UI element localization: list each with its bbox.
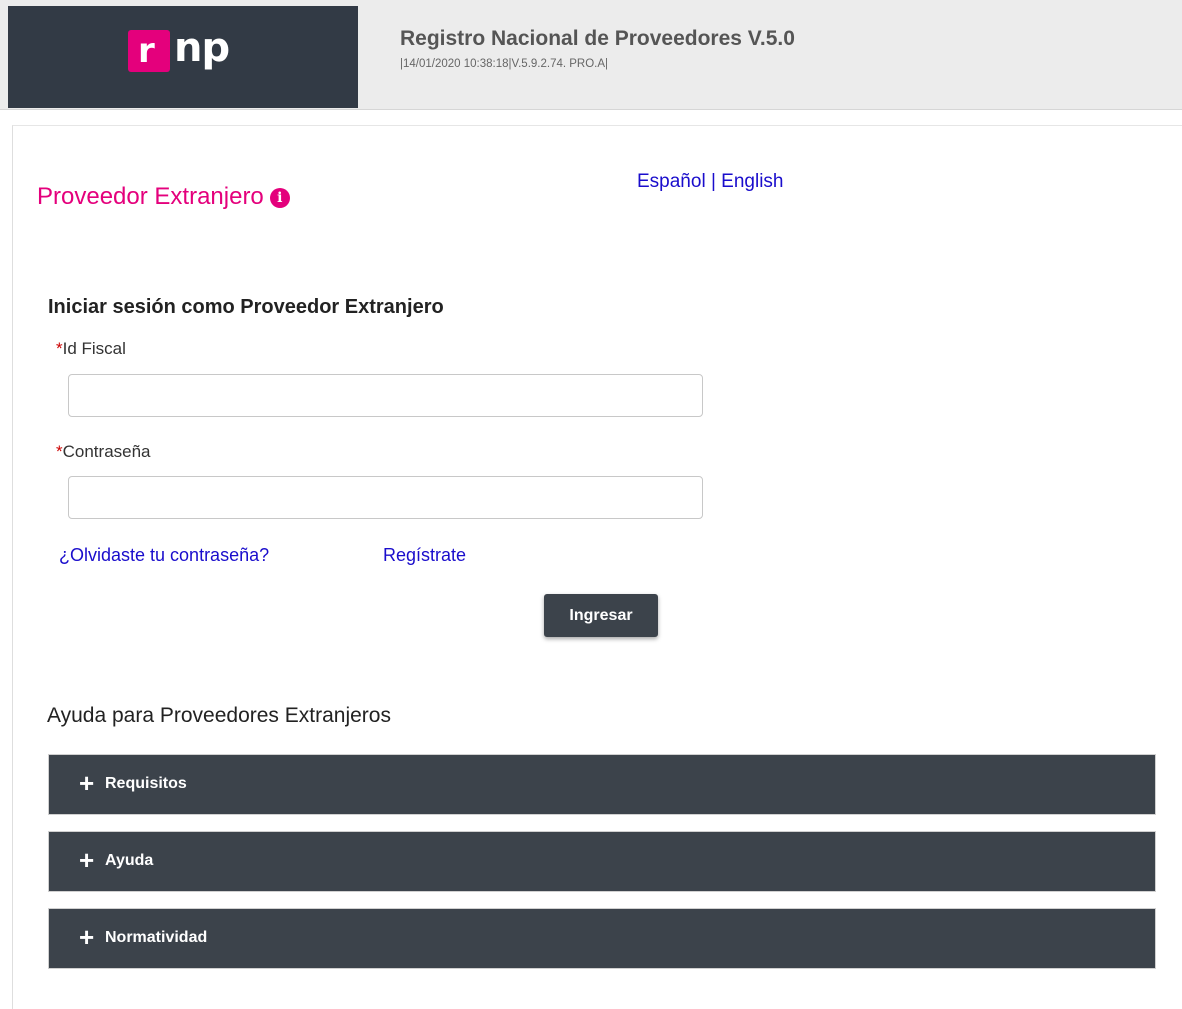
required-mark: * [56,442,63,461]
password-label: *Contraseña [56,442,151,462]
plus-icon: + [79,845,95,875]
page-title: Proveedor Extranjero [37,183,264,210]
language-separator: | [710,171,716,192]
app-title: Registro Nacional de Proveedores V.5.0 [400,27,795,50]
plus-icon: + [79,922,95,952]
login-button[interactable]: Ingresar [544,594,658,637]
fiscal-id-label-text: Id Fiscal [62,339,126,358]
page-title-row: Proveedor Extranjero i [37,183,290,211]
language-english-link[interactable]: English [721,171,783,192]
language-switcher: Español | English [637,171,784,193]
fiscal-id-input[interactable] [68,374,703,417]
accordion-label: Requisitos [105,775,187,792]
login-heading: Iniciar sesión como Proveedor Extranjero [48,296,444,318]
plus-icon: + [79,768,95,798]
required-mark: * [56,339,63,358]
accordion-label: Normatividad [105,929,208,946]
password-label-text: Contraseña [62,442,151,461]
accordion-normatividad[interactable]: + Normatividad [48,908,1156,969]
logo[interactable]: r np [8,6,358,108]
accordion-ayuda[interactable]: + Ayuda [48,831,1156,892]
password-input[interactable] [68,476,703,519]
language-spanish-link[interactable]: Español [637,171,706,192]
help-heading: Ayuda para Proveedores Extranjeros [47,704,391,727]
accordion-label: Ayuda [105,852,154,869]
app-version-info: |14/01/2020 10:38:18|V.5.9.2.74. PRO.A| [400,58,609,70]
fiscal-id-label: *Id Fiscal [56,339,126,359]
logo-r-badge: r [128,30,170,72]
forgot-password-link[interactable]: ¿Olvidaste tu contraseña? [59,545,269,566]
app-header: r np Registro Nacional de Proveedores V.… [0,0,1182,110]
info-icon[interactable]: i [269,188,290,208]
logo-letter: r [138,31,155,71]
register-link[interactable]: Regístrate [383,545,466,566]
logo-text: np [174,25,230,71]
accordion-requisitos[interactable]: + Requisitos [48,754,1156,815]
